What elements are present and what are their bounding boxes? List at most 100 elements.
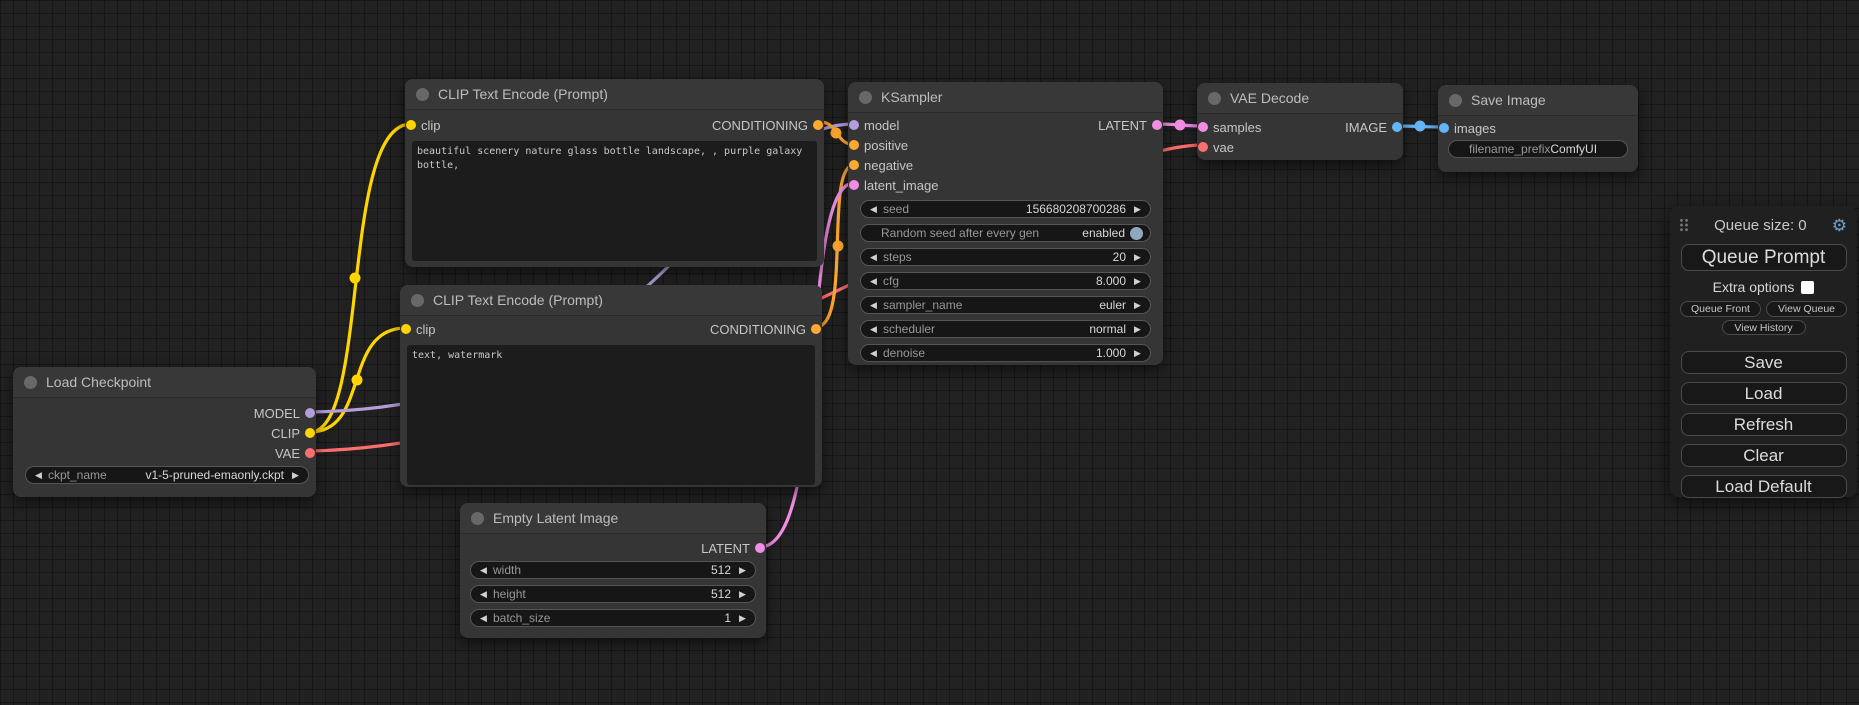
widget-label: denoise: [883, 346, 925, 360]
increment-arrow-icon[interactable]: ▶: [1131, 301, 1144, 310]
widget-cfg[interactable]: ◀ cfg 8.000 ▶: [860, 272, 1151, 290]
extra-options-checkbox[interactable]: [1801, 281, 1814, 294]
slot-model-output[interactable]: [305, 408, 315, 418]
node-title-bar[interactable]: VAE Decode: [1197, 83, 1403, 114]
link-midpoint-dot: [1415, 121, 1426, 132]
widget-scheduler[interactable]: ◀ scheduler normal ▶: [860, 320, 1151, 338]
collapse-dot-icon[interactable]: [416, 88, 429, 101]
node-clip-text-encode-negative[interactable]: CLIP Text Encode (Prompt) clip CONDITION…: [400, 285, 822, 487]
slot-images-input[interactable]: [1439, 123, 1449, 133]
slot-positive-input[interactable]: [849, 140, 859, 150]
view-queue-button[interactable]: View Queue: [1766, 301, 1847, 317]
slot-conditioning-output[interactable]: [813, 120, 823, 130]
load-default-button[interactable]: Load Default: [1681, 475, 1847, 498]
collapse-dot-icon[interactable]: [1449, 94, 1462, 107]
queue-prompt-button[interactable]: Queue Prompt: [1681, 244, 1847, 271]
increment-arrow-icon[interactable]: ▶: [736, 590, 749, 599]
node-title-bar[interactable]: CLIP Text Encode (Prompt): [405, 79, 824, 110]
slot-vae-input[interactable]: [1198, 142, 1208, 152]
slot-clip-output[interactable]: [305, 428, 315, 438]
increment-arrow-icon[interactable]: ▶: [1131, 349, 1144, 358]
widget-filename-prefix[interactable]: filename_prefix ComfyUI: [1448, 140, 1628, 158]
refresh-button[interactable]: Refresh: [1681, 413, 1847, 436]
widget-denoise[interactable]: ◀ denoise 1.000 ▶: [860, 344, 1151, 362]
node-title-bar[interactable]: KSampler: [848, 82, 1163, 113]
widget-random-seed[interactable]: Random seed after every gen enabled: [860, 224, 1151, 242]
widget-label: Random seed after every gen: [881, 226, 1039, 240]
link-midpoint-dot: [831, 128, 842, 139]
widget-steps[interactable]: ◀ steps 20 ▶: [860, 248, 1151, 266]
decrement-arrow-icon[interactable]: ◀: [32, 471, 45, 480]
load-button[interactable]: Load: [1681, 382, 1847, 405]
decrement-arrow-icon[interactable]: ◀: [477, 614, 490, 623]
widget-width[interactable]: ◀ width 512 ▶: [470, 561, 756, 579]
collapse-dot-icon[interactable]: [24, 376, 37, 389]
collapse-dot-icon[interactable]: [859, 91, 872, 104]
decrement-arrow-icon[interactable]: ◀: [477, 566, 490, 575]
node-vae-decode[interactable]: VAE Decode samples IMAGE vae: [1197, 83, 1403, 160]
decrement-arrow-icon[interactable]: ◀: [867, 349, 880, 358]
widget-height[interactable]: ◀ height 512 ▶: [470, 585, 756, 603]
decrement-arrow-icon[interactable]: ◀: [477, 590, 490, 599]
widget-value: normal: [1089, 322, 1126, 336]
widget-value: v1-5-pruned-emaonly.ckpt: [145, 468, 284, 482]
widget-seed[interactable]: ◀ seed 156680208700286 ▶: [860, 200, 1151, 218]
widget-value: ComfyUI: [1550, 142, 1597, 156]
node-title-bar[interactable]: Save Image: [1438, 85, 1638, 116]
decrement-arrow-icon[interactable]: ◀: [867, 205, 880, 214]
slot-samples-input[interactable]: [1198, 122, 1208, 132]
slot-latent-output[interactable]: [755, 543, 765, 553]
increment-arrow-icon[interactable]: ▶: [289, 471, 302, 480]
node-title-bar[interactable]: CLIP Text Encode (Prompt): [400, 285, 822, 316]
node-title: Save Image: [1471, 92, 1546, 108]
collapse-dot-icon[interactable]: [1208, 92, 1221, 105]
widget-value: 1.000: [1096, 346, 1126, 360]
collapse-dot-icon[interactable]: [471, 512, 484, 525]
slot-clip-input[interactable]: [401, 324, 411, 334]
slot-image-output[interactable]: [1392, 122, 1402, 132]
node-ksampler[interactable]: KSampler model LATENT positive negative …: [848, 82, 1163, 365]
node-clip-text-encode-positive[interactable]: CLIP Text Encode (Prompt) clip CONDITION…: [405, 79, 824, 267]
slot-latent-output[interactable]: [1152, 120, 1162, 130]
slot-clip-input[interactable]: [406, 120, 416, 130]
node-title-bar[interactable]: Load Checkpoint: [13, 367, 316, 398]
clear-button[interactable]: Clear: [1681, 444, 1847, 467]
node-empty-latent-image[interactable]: Empty Latent Image LATENT ◀ width 512 ▶ …: [460, 503, 766, 638]
slot-vae-output[interactable]: [305, 448, 315, 458]
decrement-arrow-icon[interactable]: ◀: [867, 253, 880, 262]
node-canvas[interactable]: Load Checkpoint MODEL CLIP VAE ◀ ckpt_na…: [0, 0, 1859, 705]
slot-latent-image-input[interactable]: [849, 180, 859, 190]
increment-arrow-icon[interactable]: ▶: [1131, 277, 1144, 286]
slot-negative-input[interactable]: [849, 160, 859, 170]
link-midpoint-dot: [352, 375, 363, 386]
decrement-arrow-icon[interactable]: ◀: [867, 301, 880, 310]
increment-arrow-icon[interactable]: ▶: [736, 614, 749, 623]
decrement-arrow-icon[interactable]: ◀: [867, 325, 880, 334]
view-history-button[interactable]: View History: [1722, 320, 1806, 335]
increment-arrow-icon[interactable]: ▶: [1131, 325, 1144, 334]
settings-gear-icon[interactable]: ⚙: [1832, 217, 1847, 234]
node-title: Load Checkpoint: [46, 374, 151, 390]
random-seed-toggle[interactable]: [1130, 227, 1143, 240]
collapse-dot-icon[interactable]: [411, 294, 424, 307]
positive-prompt-textarea[interactable]: beautiful scenery nature glass bottle la…: [412, 141, 817, 261]
queue-size-label: Queue size: 0: [1689, 217, 1832, 234]
widget-sampler-name[interactable]: ◀ sampler_name euler ▶: [860, 296, 1151, 314]
slot-conditioning-output[interactable]: [811, 324, 821, 334]
save-button[interactable]: Save: [1681, 351, 1847, 374]
node-save-image[interactable]: Save Image images filename_prefix ComfyU…: [1438, 85, 1638, 172]
drag-handle-icon[interactable]: [1679, 218, 1689, 232]
decrement-arrow-icon[interactable]: ◀: [867, 277, 880, 286]
queue-front-button[interactable]: Queue Front: [1680, 301, 1761, 317]
negative-prompt-textarea[interactable]: text, watermark: [407, 345, 815, 485]
widget-batch-size[interactable]: ◀ batch_size 1 ▶: [470, 609, 756, 627]
increment-arrow-icon[interactable]: ▶: [1131, 253, 1144, 262]
node-title-bar[interactable]: Empty Latent Image: [460, 503, 766, 534]
widget-ckpt-name[interactable]: ◀ ckpt_name v1-5-pruned-emaonly.ckpt ▶: [25, 466, 309, 484]
node-title: VAE Decode: [1230, 90, 1309, 106]
node-load-checkpoint[interactable]: Load Checkpoint MODEL CLIP VAE ◀ ckpt_na…: [13, 367, 316, 497]
widget-value: 512: [711, 563, 731, 577]
increment-arrow-icon[interactable]: ▶: [736, 566, 749, 575]
increment-arrow-icon[interactable]: ▶: [1131, 205, 1144, 214]
slot-model-input[interactable]: [849, 120, 859, 130]
